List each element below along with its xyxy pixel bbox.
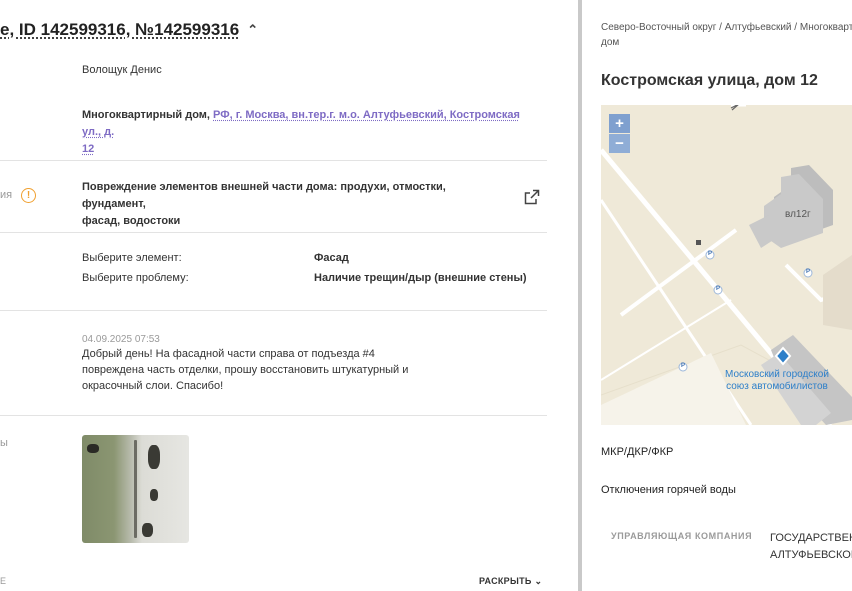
zoom-out-button[interactable]: − (609, 134, 630, 153)
map[interactable]: P P P P + − вл12г Московский городской с… (601, 105, 852, 425)
breadcrumb-line2[interactable]: дом (601, 37, 619, 48)
category-label: ия (0, 189, 13, 201)
poi-label-line1: Московский городской (725, 369, 829, 380)
detail-value-element: Фасад (314, 252, 349, 264)
parking-marker: P (716, 286, 721, 292)
mkr-section[interactable]: МКР/ДКР/ФКР (601, 446, 673, 458)
parking-marker: P (806, 269, 811, 275)
expand-label: РАСКРЫТЬ (479, 576, 532, 586)
category-line1: Повреждение элементов внешней части дома… (82, 181, 446, 210)
category-line2: фасад, водостоки (82, 215, 181, 227)
object-address-link-cont[interactable]: 12 (82, 143, 94, 155)
message-line1: Добрый день! На фасадной части справа от… (82, 348, 375, 360)
detail-label-problem: Выберите проблему: (82, 272, 189, 284)
detail-label-element: Выберите элемент: (82, 252, 182, 264)
divider (0, 310, 547, 311)
divider (0, 160, 547, 161)
object-address-title: Костромская улица, дом 12 (601, 72, 818, 89)
object-side-panel: Северо-Восточный округ / Алтуфьевский / … (582, 0, 852, 591)
building-label: вл12г (785, 209, 811, 220)
management-value-line1: ГОСУДАРСТВЕННОЕ (770, 532, 852, 544)
object-type: Многоквартирный дом, (82, 109, 210, 121)
footer-left-fragment: Е (0, 576, 7, 586)
parking-marker: P (681, 363, 686, 369)
divider (0, 232, 547, 233)
external-link-icon[interactable] (524, 189, 540, 205)
chevron-down-icon: ⌄ (534, 576, 543, 586)
divider (0, 415, 547, 416)
management-value-line2: АЛТУФЬЕВСКОГО (770, 549, 852, 561)
applicant-name: Волощук Денис (82, 64, 162, 76)
object-info: Многоквартирный дом, РФ, г. Москва, вн.т… (82, 107, 542, 158)
poi-label[interactable]: Московский городской союз автомобилистов (725, 369, 829, 393)
warning-icon: ! (21, 188, 36, 203)
request-title[interactable]: e, ID 142599316, №142599316 ⌃ (0, 20, 258, 40)
message-line3: окрасочный слои. Спасибо! (82, 380, 224, 392)
management-label: УПРАВЛЯЮЩАЯ КОМПАНИЯ (611, 531, 753, 541)
management-value: ГОСУДАРСТВЕННОЕ АЛТУФЬЕВСКОГО (770, 530, 852, 564)
message-text: Добрый день! На фасадной части справа от… (82, 346, 442, 394)
request-title-text: e, ID 142599316, №142599316 (0, 20, 240, 39)
photos-label: ы (0, 437, 8, 449)
message-line2: повреждена часть отделки, прошу восстано… (82, 364, 409, 376)
zoom-in-button[interactable]: + (609, 114, 630, 133)
breadcrumb-line1[interactable]: Северо-Восточный округ / Алтуфьевский / … (601, 22, 852, 33)
hot-water-section[interactable]: Отключения горячей воды (601, 484, 736, 496)
detail-value-problem: Наличие трещин/дыр (внешние стены) (314, 272, 527, 284)
parking-marker: P (708, 251, 713, 257)
expand-button[interactable]: РАСКРЫТЬ ⌄ (479, 576, 542, 587)
chevron-up-icon[interactable]: ⌃ (247, 22, 258, 38)
category-value: Повреждение элементов внешней части дома… (82, 179, 512, 230)
request-details-panel: e, ID 142599316, №142599316 ⌃ Волощук Ден… (0, 0, 578, 591)
poi-label-line2: союз автомобилистов (726, 381, 828, 392)
photo-thumbnail[interactable] (82, 435, 189, 543)
breadcrumb: Северо-Восточный округ / Алтуфьевский / … (601, 20, 852, 50)
